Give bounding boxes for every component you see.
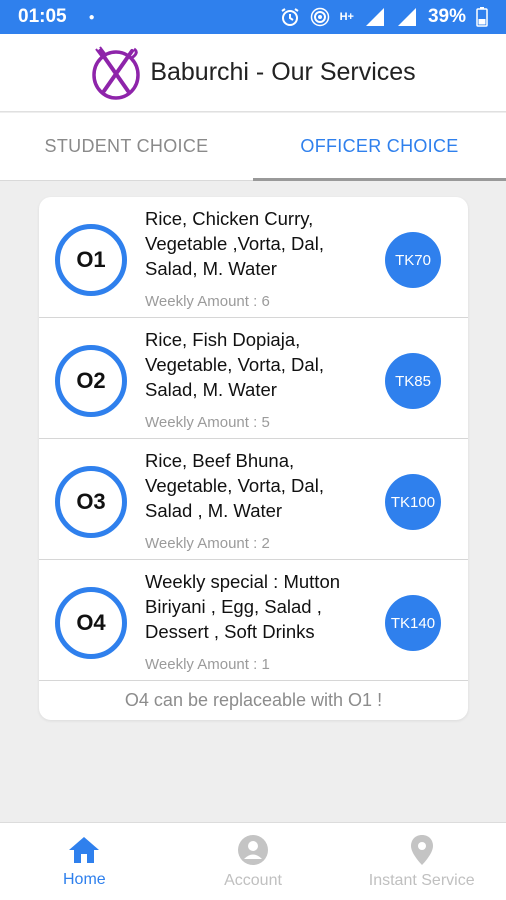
package-code-badge: O2: [55, 345, 127, 417]
price-button[interactable]: TK140: [385, 595, 441, 651]
price-button[interactable]: TK85: [385, 353, 441, 409]
app-bar: Baburchi - Our Services: [0, 34, 506, 112]
clock: 01:05: [18, 6, 67, 27]
package-code-badge: O3: [55, 466, 127, 538]
network-type: H+: [339, 11, 354, 23]
bottom-nav: Home Account Instant Service: [0, 822, 506, 900]
home-icon: [69, 836, 100, 863]
price-button[interactable]: TK70: [385, 232, 441, 288]
packages-card: O1 Rice, Chicken Curry, Vegetable ,Vorta…: [39, 197, 468, 720]
page-title: Baburchi - Our Services: [150, 58, 416, 86]
plate-fork-knife-icon: [92, 45, 141, 100]
package-row-o1[interactable]: O1 Rice, Chicken Curry, Vegetable ,Vorta…: [39, 197, 468, 318]
package-row-o3[interactable]: O3 Rice, Beef Bhuna, Vegetable, Vorta, D…: [39, 439, 468, 560]
status-bar: 01:05 ● H+ 39%: [0, 0, 506, 34]
battery-level: 39%: [427, 6, 466, 27]
price-button[interactable]: TK100: [385, 474, 441, 530]
package-row-o2[interactable]: O2 Rice, Fish Dopiaja, Vegetable, Vorta,…: [39, 318, 468, 439]
alarm-icon: [281, 8, 299, 26]
tab-bar: STUDENT CHOICE OFFICER CHOICE: [0, 113, 506, 181]
nav-account[interactable]: Account: [169, 823, 338, 900]
package-items: Weekly special : Mutton Biriyani , Egg, …: [145, 571, 341, 642]
signal-icon: [365, 8, 384, 26]
package-items: Rice, Fish Dopiaja, Vegetable, Vorta, Da…: [145, 329, 324, 400]
nav-label: Instant Service: [368, 871, 475, 889]
tab-student-choice[interactable]: STUDENT CHOICE: [0, 113, 253, 180]
hotspot-icon: [310, 7, 329, 27]
replacement-note: O4 can be replaceable with O1 !: [124, 690, 383, 710]
notification-dot-icon: ●: [88, 11, 95, 23]
account-icon: [238, 834, 268, 865]
package-items: Rice, Beef Bhuna, Vegetable, Vorta, Dal,…: [145, 450, 324, 521]
location-pin-icon: [410, 834, 433, 865]
weekly-amount: Weekly Amount : 6: [145, 293, 270, 310]
weekly-amount: Weekly Amount : 1: [145, 656, 270, 673]
battery-icon: [476, 7, 488, 27]
nav-label: Home: [62, 870, 106, 888]
weekly-amount: Weekly Amount : 5: [145, 414, 270, 431]
package-code-badge: O4: [55, 587, 127, 659]
tab-officer-choice[interactable]: OFFICER CHOICE: [253, 113, 506, 181]
nav-home[interactable]: Home: [0, 823, 169, 900]
weekly-amount: Weekly Amount : 2: [145, 535, 270, 552]
status-icons: H+ 39%: [280, 6, 488, 28]
nav-instant-service[interactable]: Instant Service: [337, 823, 506, 900]
package-code-badge: O1: [55, 224, 127, 296]
package-items: Rice, Chicken Curry, Vegetable ,Vorta, D…: [145, 208, 324, 279]
nav-label: Account: [224, 871, 282, 889]
package-row-o4[interactable]: O4 Weekly special : Mutton Biriyani , Eg…: [39, 560, 468, 681]
signal-icon: [397, 8, 416, 26]
